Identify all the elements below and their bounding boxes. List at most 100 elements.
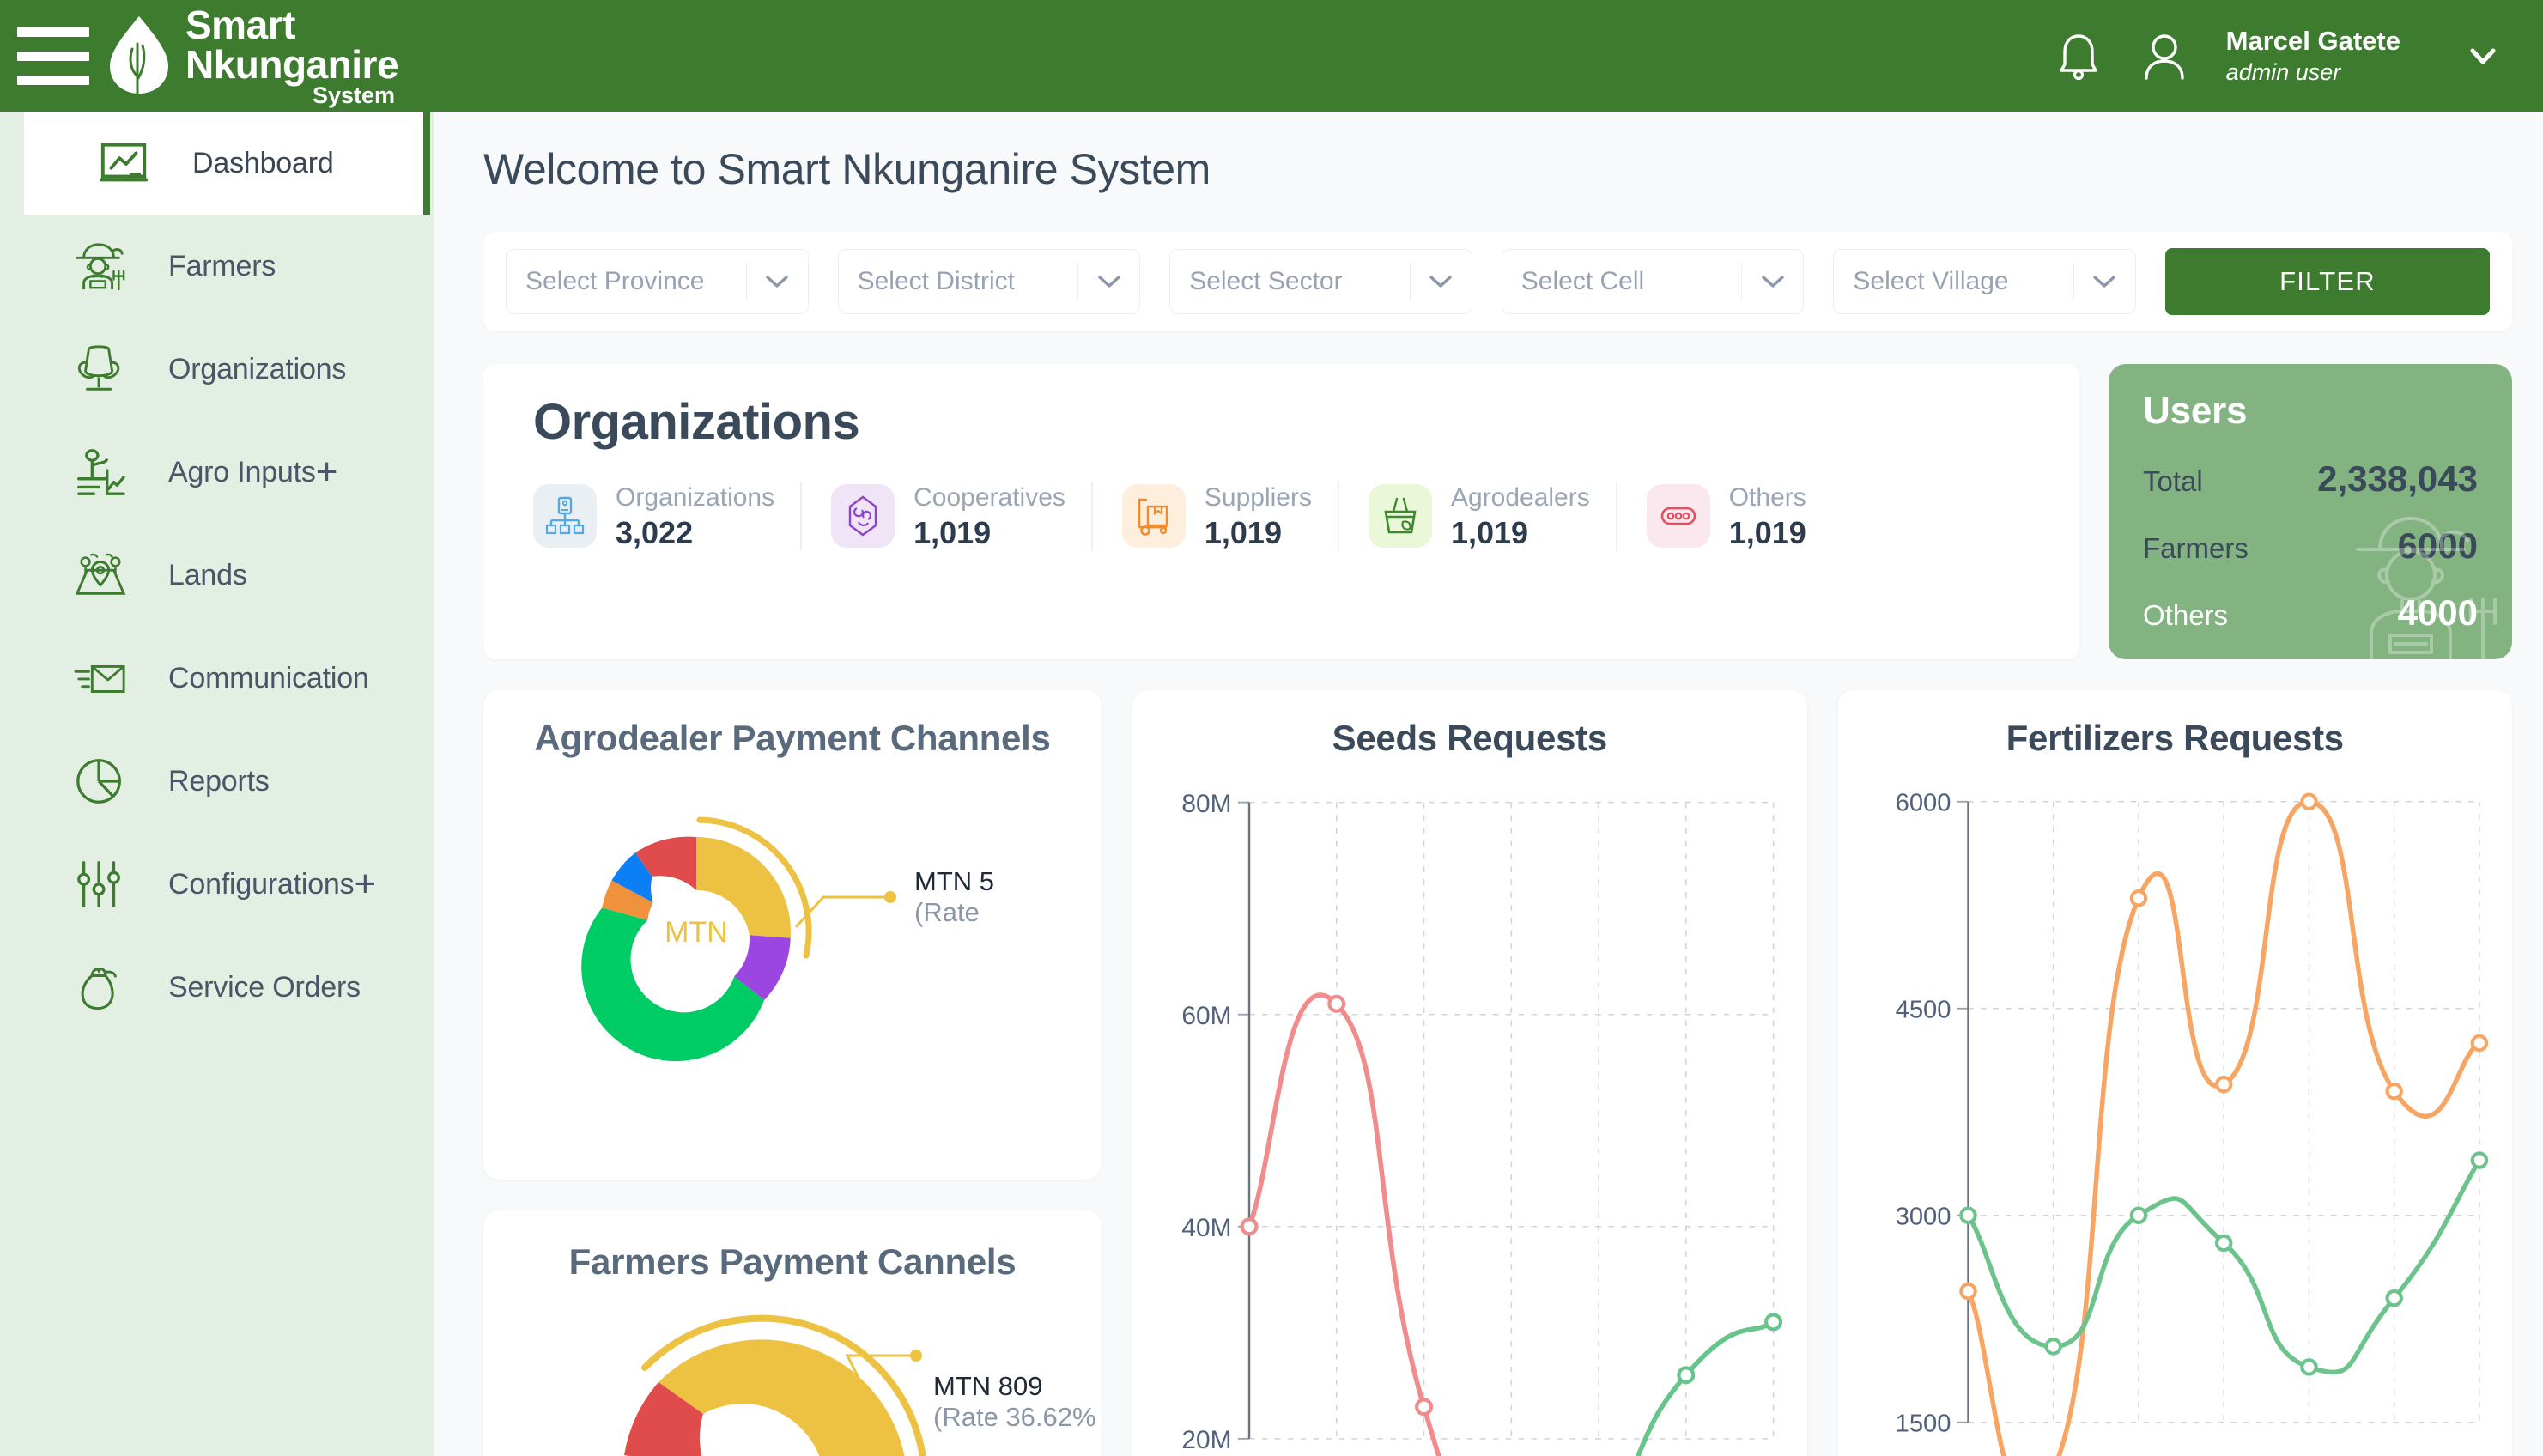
filter-button[interactable]: FILTER <box>2164 248 2490 315</box>
org-metric-label: Agrodealers <box>1450 483 1590 512</box>
select-cell-label: Select Cell <box>1520 267 1645 295</box>
org-metric-label: Others <box>1728 483 1806 512</box>
user-avatar-icon[interactable] <box>2140 30 2188 82</box>
data-point-marker <box>2299 1358 2318 1376</box>
data-point-marker <box>2043 1338 2062 1356</box>
select-cell[interactable]: Select Cell <box>1501 249 1805 314</box>
communication-icon <box>74 664 125 693</box>
data-point-marker <box>1240 1217 1259 1236</box>
sidebar-expand-plus-icon[interactable]: + <box>354 864 376 902</box>
y-axis-tick-label: 80M <box>1181 790 1231 818</box>
data-point-marker <box>1415 1398 1434 1417</box>
agrodealer-chart-title: Agrodealer Payment Channels <box>534 718 1051 758</box>
farmers-payment-channels-card: Farmers Payment Cannels MTN 809 (Rate 36… <box>483 1210 1102 1456</box>
select-village[interactable]: Select Village <box>1833 249 2136 314</box>
seeds-requests-column: Seeds Requests 20M 40M 60M 80M <box>1132 690 1807 1456</box>
agrodealer-donut-svg: MTN <box>581 816 896 1062</box>
sidebar-item-reports[interactable]: Reports <box>0 730 434 833</box>
user-role: admin user <box>2225 58 2341 85</box>
stats-row: Organizations Organizations 3,022 Cooperat… <box>483 364 2512 659</box>
brand-logo[interactable]: Smart Nkunganire System <box>106 5 399 108</box>
data-point-marker <box>1764 1313 1783 1332</box>
sidebar-item-label: Agro Inputs <box>168 455 316 488</box>
dots-icon <box>1646 484 1710 549</box>
y-axis-tick-label: 1500 <box>1895 1410 1951 1438</box>
sidebar-item-agro-inputs[interactable]: Agro Inputs + <box>0 421 434 524</box>
hands-icon <box>831 484 895 549</box>
sidebar-item-label: Lands <box>168 558 247 592</box>
org-metric-value: 1,019 <box>913 514 992 550</box>
sidebar-item-communication[interactable]: Communication <box>0 627 434 730</box>
farmers-callout-line1: MTN 809 <box>933 1371 1043 1402</box>
org-metric-organizations: Organizations 3,022 <box>533 482 800 551</box>
sidebar-item-label: Reports <box>168 764 270 798</box>
sidebar-item-configurations[interactable]: Configurations + <box>0 833 434 936</box>
y-axis-tick-label: 20M <box>1181 1426 1231 1454</box>
sidebar-item-farmers[interactable]: Farmers <box>0 215 434 318</box>
agrodealer-callout-line2: (Rate <box>914 897 980 928</box>
chevron-down-icon[interactable] <box>745 263 808 300</box>
reports-icon <box>76 759 121 804</box>
org-metric-value: 1,019 <box>1204 514 1282 550</box>
filter-bar: Select Province Select District Select S… <box>483 232 2512 331</box>
service-orders-icon <box>81 968 117 1010</box>
org-metric-suppliers: Suppliers 1,019 <box>1090 482 1338 551</box>
data-point-marker <box>1327 995 1346 1014</box>
data-point-marker <box>2214 1076 2232 1094</box>
header-actions: Marcel Gatete admin user <box>2054 25 2543 88</box>
select-sector[interactable]: Select Sector <box>1169 249 1472 314</box>
select-district[interactable]: Select District <box>837 249 1141 314</box>
sidebar-item-lands[interactable]: Lands <box>0 524 434 627</box>
org-metric-text: Organizations 3,022 <box>616 482 774 551</box>
org-metric-value: 1,019 <box>1450 514 1529 550</box>
farmers-donut-chart: MTN 809 (Rate 36.62% <box>504 1301 1096 1456</box>
sidebar-item-label: Farmers <box>168 249 276 282</box>
hamburger-menu-icon[interactable] <box>17 26 89 86</box>
sidebar-item-label: Configurations <box>168 867 355 901</box>
y-axis-tick-label: 3000 <box>1895 1204 1951 1231</box>
sidebar-item-dashboard[interactable]: Dashboard <box>24 112 430 215</box>
sidebar-item-organizations[interactable]: Organizations <box>0 318 434 421</box>
sidebar-item-label: Communication <box>168 661 369 695</box>
farmer-watermark-icon <box>2356 517 2497 659</box>
org-metric-others: Others 1,019 <box>1615 482 1832 551</box>
users-row-total: Total 2,338,043 <box>2143 458 2478 500</box>
org-metric-label: Cooperatives <box>913 483 1065 512</box>
y-axis-tick-label: 4500 <box>1895 997 1951 1024</box>
select-province[interactable]: Select Province <box>506 249 809 314</box>
brand-line-3: System <box>312 82 396 108</box>
org-metric-cooperatives: Cooperatives 1,019 <box>800 482 1091 551</box>
user-info[interactable]: Marcel Gatete admin user <box>2226 25 2400 88</box>
brand-line-2: Nkunganire <box>185 41 399 87</box>
org-metric-value: 1,019 <box>1728 514 1806 550</box>
hamburger-bar <box>17 75 89 85</box>
data-point-marker <box>2129 889 2147 907</box>
select-sector-label: Select Sector <box>1189 267 1343 295</box>
sidebar-item-service-orders[interactable]: Service Orders <box>0 936 434 1039</box>
agrodealer-payment-channels-card: Agrodealer Payment Channels MTN MTN 5 (R… <box>483 690 1102 1180</box>
org-metric-value: 3,022 <box>616 514 694 550</box>
organization-icon <box>77 345 120 391</box>
notification-bell-icon[interactable] <box>2054 30 2103 82</box>
org-metric-label: Organizations <box>616 483 775 512</box>
data-point-marker <box>2384 1083 2403 1101</box>
seeds-requests-line-chart: 20M 40M 60M 80M <box>1181 790 1783 1456</box>
y-axis-tick-label: 60M <box>1181 1002 1231 1030</box>
data-point-marker <box>1677 1366 1696 1385</box>
agrodealer-callout-legend: MTN 5 (Rate <box>914 866 994 928</box>
fertilizers-requests-line-chart: 1500 3000 4500 6000 <box>1895 790 2488 1456</box>
chevron-down-icon[interactable] <box>2464 39 2502 73</box>
data-point-marker <box>2470 1151 2488 1169</box>
chevron-down-icon[interactable] <box>2073 263 2135 300</box>
chevron-down-icon[interactable] <box>1409 263 1472 300</box>
users-row-label: Farmers <box>2143 532 2249 564</box>
data-point-marker <box>2214 1234 2232 1253</box>
users-row-label: Others <box>2143 599 2229 631</box>
main-content-area: Welcome to Smart Nkunganire System Selec… <box>434 112 2543 1456</box>
y-axis-tick-label: 40M <box>1181 1214 1231 1242</box>
data-point-marker <box>2384 1289 2403 1307</box>
agro-inputs-icon <box>77 449 125 495</box>
chevron-down-icon[interactable] <box>1741 263 1803 300</box>
sidebar-expand-plus-icon[interactable]: + <box>316 452 338 490</box>
chevron-down-icon[interactable] <box>1077 263 1139 300</box>
